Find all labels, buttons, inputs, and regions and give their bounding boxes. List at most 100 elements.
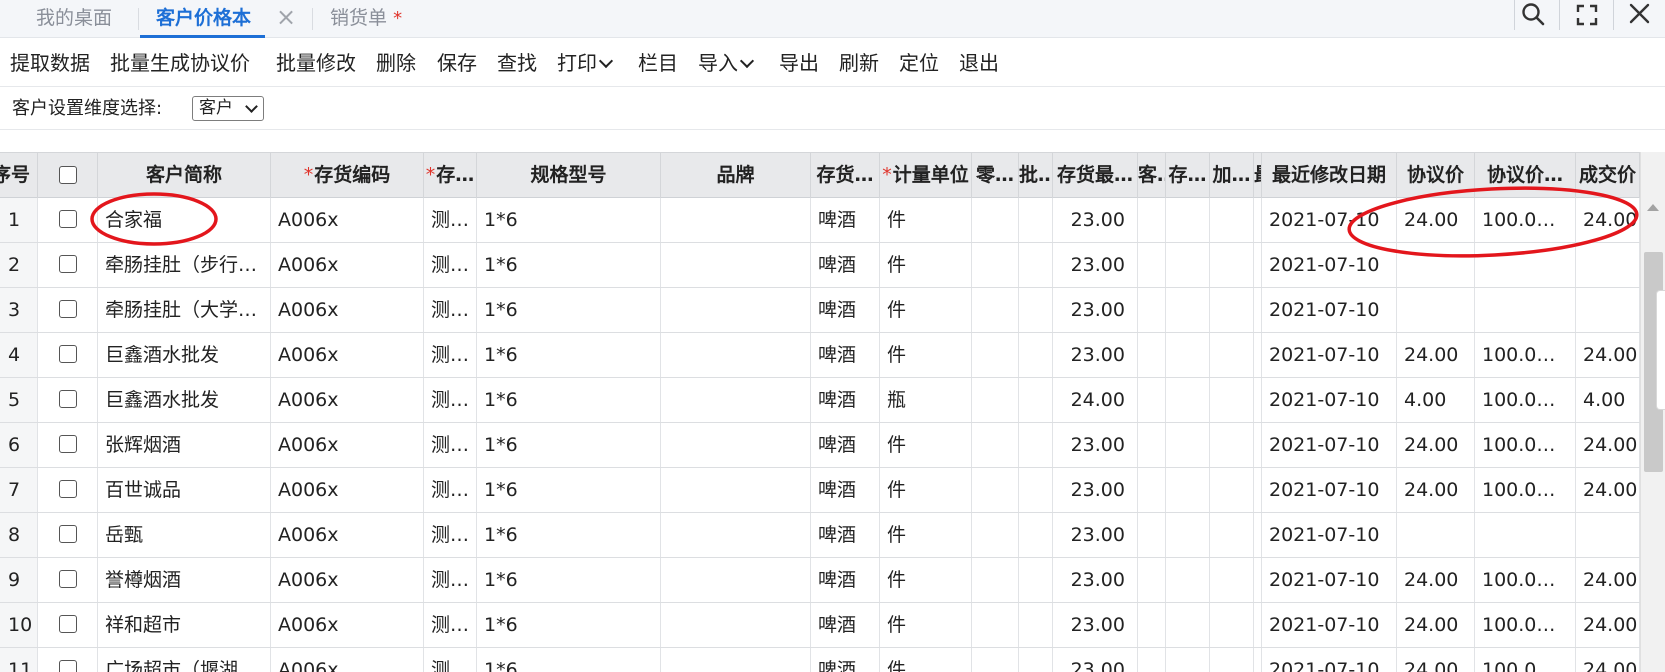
cell-c3[interactable] bbox=[1210, 603, 1254, 647]
side-panel-handle[interactable] bbox=[1656, 290, 1665, 410]
cell-c3[interactable] bbox=[1210, 378, 1254, 422]
column-header-agreed[interactable]: 协议价 bbox=[1397, 153, 1475, 198]
table-row[interactable]: 11 广场超市（堰湖 A006x 测… 1*6 啤酒件 23.00 2021-07-10 24.… bbox=[0, 648, 1640, 672]
cell-c1[interactable] bbox=[1138, 513, 1166, 557]
cell-date[interactable]: 2021-07-10 bbox=[1262, 468, 1397, 512]
row-checkbox[interactable] bbox=[59, 480, 77, 498]
tab-customer-price-book[interactable]: 客户价格本 bbox=[139, 0, 266, 38]
cell-date[interactable]: 2021-07-10 bbox=[1262, 243, 1397, 287]
maximize-icon[interactable] bbox=[1572, 0, 1602, 30]
cell-agreed[interactable]: 24.00 bbox=[1397, 558, 1475, 602]
cell-c4[interactable] bbox=[1254, 648, 1262, 672]
cell-deal[interactable]: 24.00 bbox=[1576, 198, 1640, 242]
refresh-button[interactable]: 刷新 bbox=[839, 39, 879, 87]
cell-c1[interactable] bbox=[1138, 423, 1166, 467]
cell-c2[interactable] bbox=[1166, 378, 1210, 422]
cell-chk[interactable] bbox=[38, 603, 98, 647]
cell-c3[interactable] bbox=[1210, 333, 1254, 377]
cell-agreedpct[interactable]: 100.0… bbox=[1475, 333, 1576, 377]
cell-spec[interactable]: 1*6 bbox=[477, 558, 661, 602]
tab-sales-order[interactable]: 销货单 * bbox=[330, 0, 402, 38]
cell-spec[interactable]: 1*6 bbox=[477, 648, 661, 672]
vertical-scrollbar[interactable] bbox=[1640, 152, 1665, 672]
batch-edit-button[interactable]: 批量修改 bbox=[276, 39, 356, 87]
cell-category[interactable]: 啤酒 bbox=[811, 468, 880, 512]
cell-agreed[interactable]: 24.00 bbox=[1397, 423, 1475, 467]
find-button[interactable]: 查找 bbox=[497, 39, 537, 87]
cell-maxprice[interactable]: 24.00 bbox=[1053, 378, 1138, 422]
cell-spec[interactable]: 1*6 bbox=[477, 423, 661, 467]
cell-zero[interactable] bbox=[972, 378, 1019, 422]
cell-c4[interactable] bbox=[1254, 603, 1262, 647]
cell-zero[interactable] bbox=[972, 243, 1019, 287]
cell-c1[interactable] bbox=[1138, 198, 1166, 242]
fetch-data-button[interactable]: 提取数据 bbox=[10, 39, 90, 87]
row-checkbox[interactable] bbox=[59, 435, 77, 453]
cell-code[interactable]: A006x bbox=[271, 513, 424, 557]
cell-unit[interactable]: 件 bbox=[880, 648, 972, 672]
cell-c2[interactable] bbox=[1166, 333, 1210, 377]
cell-c4[interactable] bbox=[1254, 513, 1262, 557]
row-checkbox[interactable] bbox=[59, 570, 77, 588]
columns-button[interactable]: 栏目 bbox=[638, 39, 678, 87]
cell-name[interactable]: 测… bbox=[424, 558, 477, 602]
cell-customer[interactable]: 牵肠挂肚（大学… bbox=[98, 288, 271, 332]
cell-c1[interactable] bbox=[1138, 288, 1166, 332]
cell-batch[interactable] bbox=[1019, 198, 1053, 242]
cell-unit[interactable]: 件 bbox=[880, 333, 972, 377]
cell-category[interactable]: 啤酒 bbox=[811, 243, 880, 287]
cell-agreedpct[interactable] bbox=[1475, 243, 1576, 287]
cell-agreed[interactable]: 24.00 bbox=[1397, 468, 1475, 512]
tab-close-icon[interactable]: × bbox=[276, 0, 296, 38]
cell-name[interactable]: 测… bbox=[424, 423, 477, 467]
cell-brand[interactable] bbox=[661, 468, 811, 512]
close-icon[interactable] bbox=[1625, 0, 1655, 30]
save-button[interactable]: 保存 bbox=[437, 39, 477, 87]
cell-c4[interactable] bbox=[1254, 243, 1262, 287]
cell-spec[interactable]: 1*6 bbox=[477, 243, 661, 287]
column-header-batch[interactable]: 批… bbox=[1019, 153, 1053, 198]
cell-category[interactable]: 啤酒 bbox=[811, 288, 880, 332]
cell-agreedpct[interactable]: 100.0… bbox=[1475, 198, 1576, 242]
cell-chk[interactable] bbox=[38, 468, 98, 512]
cell-customer[interactable]: 广场超市（堰湖 bbox=[98, 648, 271, 672]
table-row[interactable]: 1 合家福 A006x 测… 1*6 啤酒件 23.00 2021-07-10 24.00 100… bbox=[0, 198, 1640, 243]
cell-name[interactable]: 测… bbox=[424, 648, 477, 672]
cell-batch[interactable] bbox=[1019, 423, 1053, 467]
table-row[interactable]: 7 百世诚品 A006x 测… 1*6 啤酒件 23.00 2021-07-10 24.00 10… bbox=[0, 468, 1640, 513]
cell-deal[interactable]: 24.00 bbox=[1576, 558, 1640, 602]
cell-agreed[interactable]: 24.00 bbox=[1397, 333, 1475, 377]
cell-customer[interactable]: 张辉烟酒 bbox=[98, 423, 271, 467]
cell-c2[interactable] bbox=[1166, 513, 1210, 557]
cell-c4[interactable] bbox=[1254, 333, 1262, 377]
cell-maxprice[interactable]: 23.00 bbox=[1053, 468, 1138, 512]
cell-deal[interactable] bbox=[1576, 243, 1640, 287]
cell-code[interactable]: A006x bbox=[271, 243, 424, 287]
cell-chk[interactable] bbox=[38, 423, 98, 467]
cell-c2[interactable] bbox=[1166, 288, 1210, 332]
cell-maxprice[interactable]: 23.00 bbox=[1053, 558, 1138, 602]
cell-c1[interactable] bbox=[1138, 648, 1166, 672]
cell-chk[interactable] bbox=[38, 333, 98, 377]
cell-agreed[interactable] bbox=[1397, 243, 1475, 287]
cell-deal[interactable] bbox=[1576, 288, 1640, 332]
cell-agreed[interactable]: 24.00 bbox=[1397, 603, 1475, 647]
cell-maxprice[interactable]: 23.00 bbox=[1053, 198, 1138, 242]
cell-c2[interactable] bbox=[1166, 423, 1210, 467]
cell-deal[interactable]: 24.00 bbox=[1576, 333, 1640, 377]
cell-brand[interactable] bbox=[661, 333, 811, 377]
cell-c4[interactable] bbox=[1254, 558, 1262, 602]
cell-c3[interactable] bbox=[1210, 558, 1254, 602]
tab-my-desktop[interactable]: 我的桌面 bbox=[36, 0, 112, 38]
cell-date[interactable]: 2021-07-10 bbox=[1262, 288, 1397, 332]
cell-c2[interactable] bbox=[1166, 648, 1210, 672]
cell-code[interactable]: A006x bbox=[271, 603, 424, 647]
cell-date[interactable]: 2021-07-10 bbox=[1262, 648, 1397, 672]
cell-batch[interactable] bbox=[1019, 288, 1053, 332]
cell-date[interactable]: 2021-07-10 bbox=[1262, 378, 1397, 422]
cell-brand[interactable] bbox=[661, 198, 811, 242]
batch-generate-agreed-price-button[interactable]: 批量生成协议价 bbox=[110, 39, 250, 87]
cell-customer[interactable]: 祥和超市 bbox=[98, 603, 271, 647]
cell-agreedpct[interactable]: 100.0… bbox=[1475, 558, 1576, 602]
cell-agreedpct[interactable]: 100.0… bbox=[1475, 468, 1576, 512]
